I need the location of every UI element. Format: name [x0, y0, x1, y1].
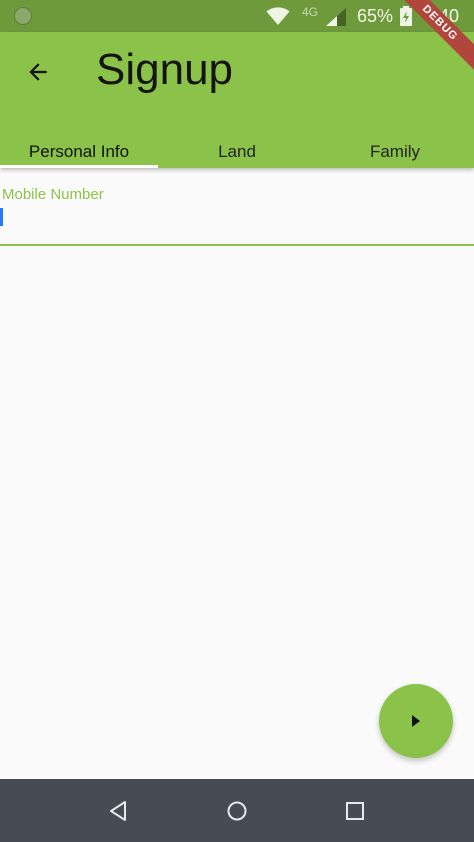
- battery-charging-icon: [400, 6, 412, 26]
- tab-family[interactable]: Family: [316, 136, 474, 168]
- status-bar: 4G 65% 0:40: [0, 0, 474, 32]
- field-underline: [0, 244, 474, 246]
- tab-bar: Personal Info Land Family: [0, 136, 474, 168]
- notification-dot-icon: [14, 7, 32, 25]
- navigation-bar: [0, 779, 474, 842]
- nav-home-button[interactable]: [223, 797, 251, 825]
- back-button[interactable]: [14, 48, 62, 96]
- mobile-number-field: Mobile Number: [0, 180, 474, 246]
- mobile-number-label: Mobile Number: [2, 186, 104, 203]
- mobile-number-input[interactable]: [0, 206, 474, 242]
- next-button[interactable]: [379, 684, 453, 758]
- wifi-icon: [266, 7, 290, 25]
- arrow-back-icon: [29, 63, 47, 81]
- battery-percentage: 65%: [357, 6, 394, 26]
- signal-icon: [326, 8, 346, 26]
- play-arrow-icon: [412, 715, 420, 727]
- nav-recents-icon: [346, 802, 364, 820]
- nav-recents-button[interactable]: [341, 797, 369, 825]
- tab-land[interactable]: Land: [158, 136, 316, 168]
- page-title: Signup: [96, 45, 234, 94]
- tab-label: Land: [218, 142, 256, 161]
- text-cursor: [0, 208, 3, 226]
- tab-label: Family: [369, 142, 421, 161]
- tab-label: Personal Info: [28, 142, 130, 161]
- nav-home-icon: [227, 801, 247, 821]
- nav-back-icon: [110, 801, 126, 821]
- nav-back-button[interactable]: [104, 797, 132, 825]
- tab-indicator: [0, 165, 158, 168]
- app-bar: Signup Personal Info Land Family: [0, 32, 474, 168]
- tab-personal-info[interactable]: Personal Info: [0, 136, 158, 168]
- network-type-label: 4G: [302, 5, 319, 19]
